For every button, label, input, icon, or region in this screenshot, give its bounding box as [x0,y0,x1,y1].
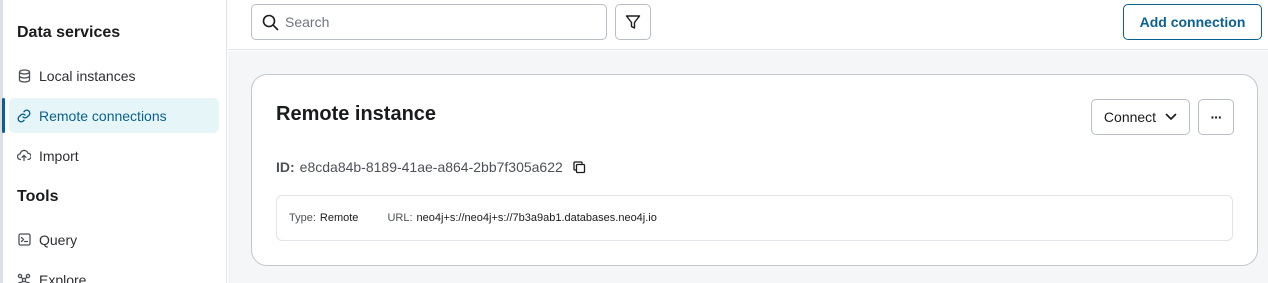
link-icon [17,109,31,123]
sidebar-edge [0,0,3,283]
type-value: Remote [319,212,359,224]
section-title-data-services: Data services [17,24,121,41]
search-box[interactable] [251,4,607,40]
filter-icon [625,14,641,30]
url-value: neo4j+s://neo4j+s://7b3a9ab1.databases.n… [416,212,657,224]
id-label: ID: [276,159,295,175]
sidebar-item-remote-connections[interactable]: Remote connections [9,98,219,133]
connect-label: Connect [1103,109,1157,125]
id-row: ID: e8cda84b-8189-41ae-a864-2bb7f305a622 [276,159,586,175]
add-connection-button[interactable]: Add connection [1123,4,1262,40]
sidebar-item-import[interactable]: Import [9,138,219,173]
search-input[interactable] [285,14,585,30]
sidebar-item-label: Remote connections [39,107,167,124]
sidebar-item-explore[interactable]: Explore [9,262,219,283]
more-options-button[interactable]: ··· [1198,99,1234,135]
connection-details: Type: Remote URL: neo4j+s://neo4j+s://7b… [276,195,1233,241]
terminal-icon [17,233,31,247]
sidebar-item-label: Import [39,147,79,164]
card-title: Remote instance [276,103,437,125]
chevron-down-icon [1165,113,1177,121]
url-label: URL: [387,212,413,224]
search-icon [262,14,279,31]
id-value: e8cda84b-8189-41ae-a864-2bb7f305a622 [299,159,563,175]
database-icon [17,68,31,83]
section-title-tools: Tools [17,188,59,205]
type-label: Type: [289,212,316,224]
sidebar-item-label: Explore [39,271,87,283]
filter-button[interactable] [615,4,651,40]
active-indicator [2,98,5,133]
copy-icon[interactable] [573,160,586,174]
cloud-upload-icon [17,149,31,163]
sidebar-item-query[interactable]: Query [9,222,219,257]
more-icon: ··· [1210,109,1223,125]
graph-icon [17,273,31,283]
sidebar: Data services Local instances Remote con… [0,0,227,283]
main-content: Remote instance Connect ··· ID: e8cda84b… [228,51,1268,283]
connection-card: Remote instance Connect ··· ID: e8cda84b… [251,74,1258,266]
sidebar-item-label: Local instances [39,67,136,84]
sidebar-item-label: Query [39,231,78,248]
connect-button[interactable]: Connect [1091,99,1190,135]
topbar: Add connection [228,0,1268,50]
sidebar-item-local-instances[interactable]: Local instances [9,58,219,93]
